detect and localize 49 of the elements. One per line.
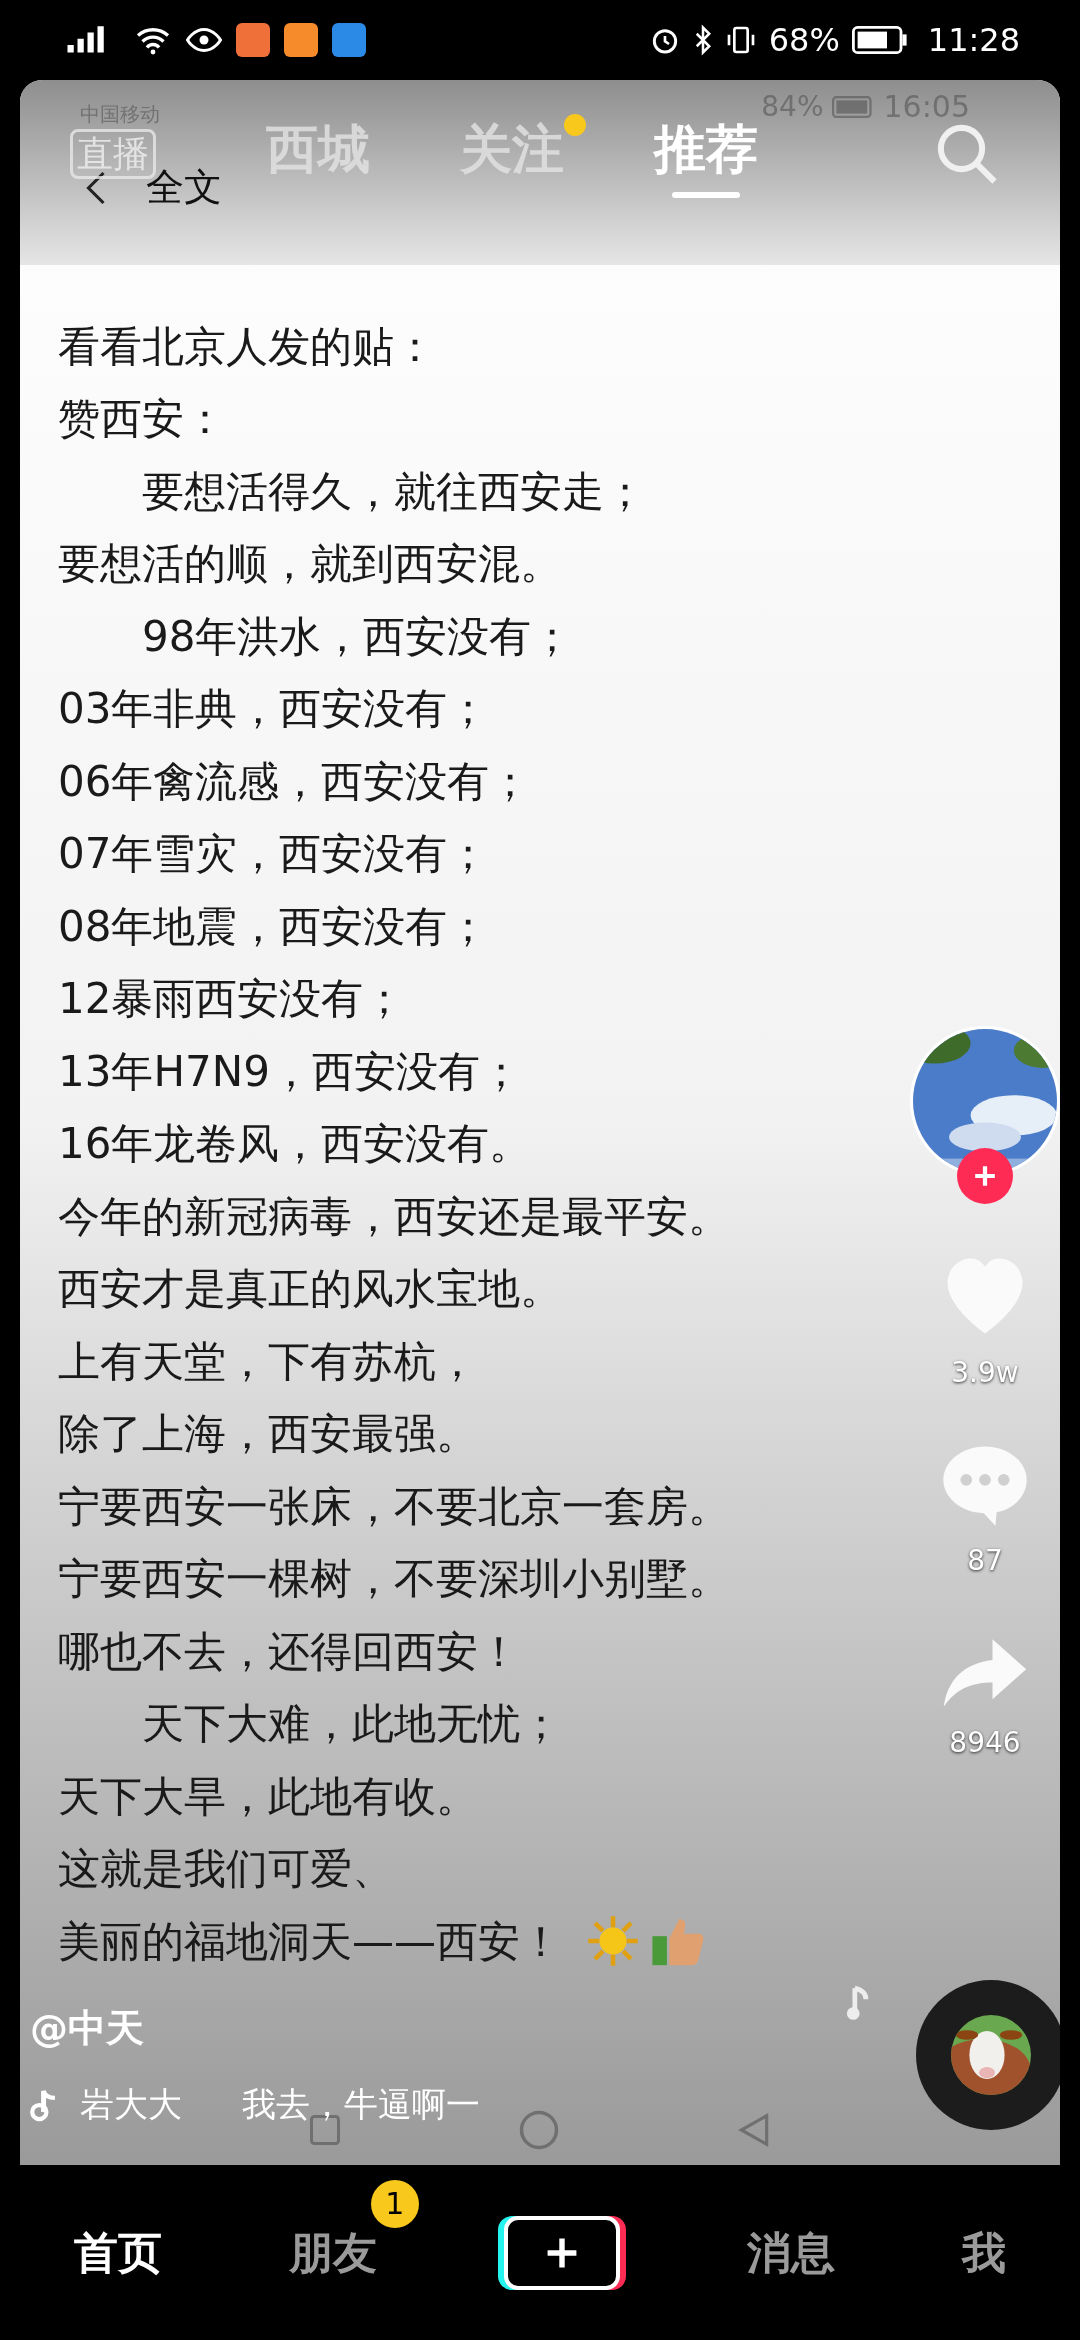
author-handle[interactable]: @中天 <box>30 2000 480 2057</box>
text-line: 13年H7N9，西安没有； <box>58 1045 522 1098</box>
text-line: 哪也不去，还得回西安！ <box>58 1625 520 1678</box>
app-notification-icon <box>332 23 366 57</box>
text-line: 这就是我们可爱、 <box>58 1843 394 1896</box>
bottom-nav-tab[interactable]: 我 <box>962 2226 1007 2278</box>
text-line: 16年龙卷风，西安没有。 <box>58 1118 532 1171</box>
text-line: 今年的新冠病毒，西安还是最平安。 <box>58 1190 730 1243</box>
feed-tab[interactable]: 推荐 <box>654 110 758 188</box>
clock-time: 11:28 <box>927 20 1020 61</box>
text-line: 西安才是真正的风水宝地。 <box>58 1263 562 1316</box>
app-notification-icon <box>236 23 270 57</box>
comment-count: 87 <box>967 1543 1003 1579</box>
text-line: 07年雪灾，西安没有； <box>58 828 490 881</box>
text-line: 03年非典，西安没有； <box>58 683 490 736</box>
music-title[interactable]: 我去，牛逼啊一 <box>242 2079 480 2130</box>
text-line: 除了上海，西安最强。 <box>58 1408 478 1461</box>
eye-icon <box>186 27 222 53</box>
like-count: 3.9w <box>951 1355 1019 1391</box>
follow-plus-button[interactable] <box>957 1148 1013 1204</box>
text-line: 要想活的顺，就到西安混。 <box>58 538 562 591</box>
back-chevron-icon[interactable] <box>86 169 106 206</box>
text-line: 98年洪水，西安没有； <box>141 610 574 663</box>
text-line: 06年禽流感，西安没有； <box>58 755 532 808</box>
bottom-nav-tab[interactable]: 首页 <box>73 2226 162 2278</box>
battery-percent: 68% <box>768 20 840 61</box>
text-line: 上有天堂，下有苏杭， <box>58 1335 478 1388</box>
wifi-icon <box>134 25 172 55</box>
text-line: 美丽的福地洞天——西安！ <box>58 1915 562 1968</box>
text-line: 天下大难，此地无忧； <box>141 1698 562 1751</box>
text-line: 赞西安： <box>58 393 226 446</box>
live-button[interactable]: 直播 <box>70 129 156 179</box>
tab-underline <box>672 192 740 198</box>
text-line: 要想活得久，就往西安走； <box>141 465 646 518</box>
app-notification-icon <box>284 23 318 57</box>
share-count: 8946 <box>949 1725 1021 1761</box>
home-circle-icon <box>518 2109 560 2151</box>
text-line: 08年地震，西安没有； <box>58 900 490 953</box>
text-line: 12暴雨西安没有； <box>58 973 406 1026</box>
text-line: 天下大旱，此地有收。 <box>58 1770 478 1823</box>
bottom-nav-tab[interactable]: 消息 <box>747 2226 836 2278</box>
text-line: 宁要西安一棵树，不要深圳小别墅。 <box>58 1553 730 1606</box>
bottom-nav-tab[interactable]: 朋友 <box>288 2226 377 2278</box>
text-line: 看看北京人发的贴： <box>58 320 436 373</box>
music-note-icon <box>845 1985 871 2023</box>
battery-icon <box>851 26 908 54</box>
music-title[interactable]: 岩大大 <box>80 2079 182 2130</box>
text-line: 宁要西安一张床，不要北京一套房。 <box>58 1480 730 1533</box>
notification-badge: 1 <box>370 2179 419 2228</box>
